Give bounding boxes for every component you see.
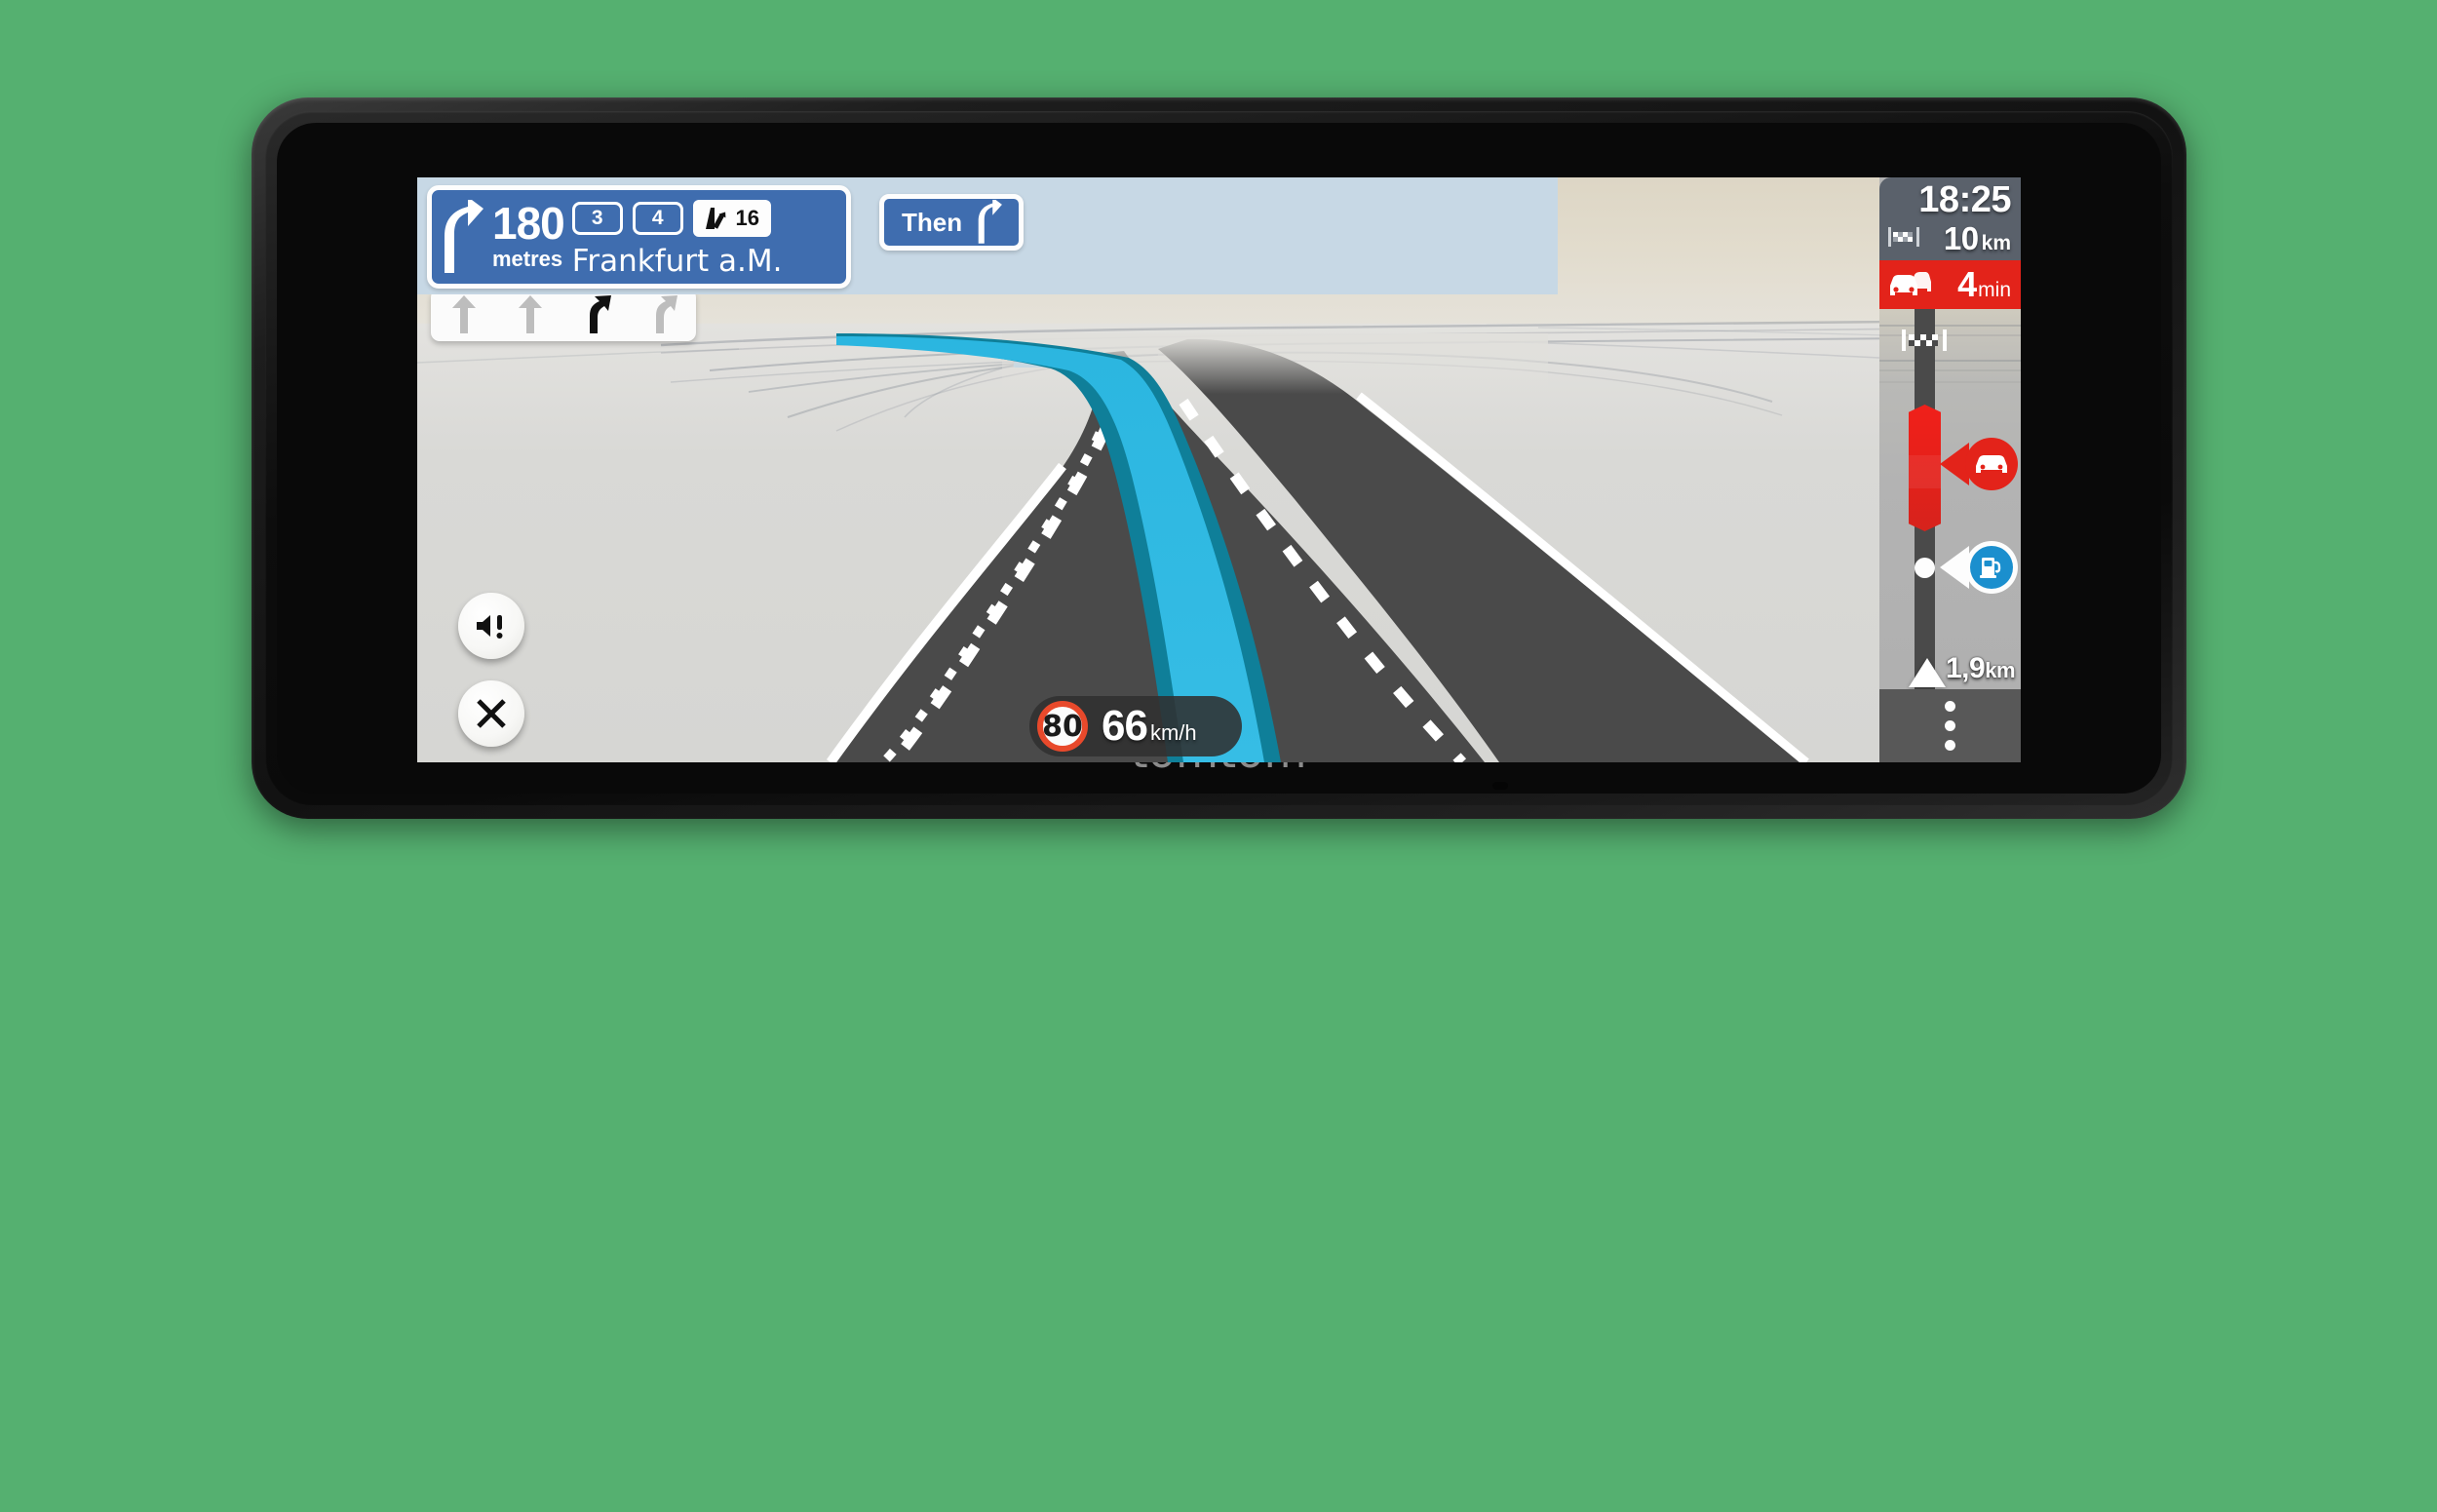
traffic-delay-unit: min xyxy=(1978,279,2011,301)
pin-bubble xyxy=(1965,438,2018,490)
traffic-jam-cars-icon xyxy=(1888,270,1931,299)
lane-arrow-straight-2 xyxy=(514,294,547,335)
more-options-dots-icon xyxy=(1945,701,1955,751)
then-instruction-card[interactable]: Then xyxy=(879,194,1025,251)
then-label: Then xyxy=(902,207,963,237)
close-x-icon xyxy=(475,697,508,730)
car-icon xyxy=(1976,455,2007,473)
route-bar-menu-button[interactable] xyxy=(1879,689,2021,762)
map-water-body xyxy=(1012,355,1127,368)
traffic-incident-pin[interactable] xyxy=(1940,438,2018,490)
distance-value: 180 xyxy=(492,197,565,249)
distance-unit: metres xyxy=(492,246,563,271)
lane-shield-row: 3 4 16 xyxy=(571,200,771,237)
lane-shield-1: 3 xyxy=(571,202,623,235)
fuel-station-pin[interactable] xyxy=(1940,541,2018,594)
lane-arrow-straight-1 xyxy=(447,294,481,335)
traffic-jam-segment[interactable] xyxy=(1909,405,1941,531)
checkered-flag-icon xyxy=(1887,225,1920,249)
next-event-distance-value: 1,9 xyxy=(1945,652,1986,684)
exit-number: 16 xyxy=(735,206,759,230)
traffic-delay-value: 4 xyxy=(1957,264,1978,304)
vehicle-position-marker xyxy=(1909,658,1946,687)
motorway-exit-icon xyxy=(705,207,730,230)
instruction-details: 3 4 16 Frankfurt a.M. xyxy=(564,190,846,284)
remaining-distance-unit: km xyxy=(1981,232,2011,254)
route-progress-track[interactable]: 1,9 km xyxy=(1879,309,2021,689)
fuel-pump-icon xyxy=(1970,546,2013,589)
speed-panel[interactable]: 80 66 km/h xyxy=(1029,696,1242,756)
pin-bubble xyxy=(1965,541,2018,594)
destination-name: Frankfurt a.M. xyxy=(571,244,783,279)
lane-arrow-slight-right-active xyxy=(580,294,613,335)
destination-flag-marker-icon xyxy=(1901,327,1948,354)
current-speed-value: 66 xyxy=(1102,702,1148,750)
sound-alert-button[interactable] xyxy=(458,593,524,659)
then-maneuver-arrow-icon xyxy=(972,200,1005,245)
motorway-exit-badge: 16 xyxy=(692,200,771,237)
lane-shield-2: 4 xyxy=(632,202,683,235)
route-bar[interactable]: 18:25 10 km 4 min 1,9 km xyxy=(1879,177,2021,762)
navigation-screen[interactable]: 80 66 km/h 180 metres 3 4 16 Frankfurt a… xyxy=(417,177,2021,762)
primary-instruction-card[interactable]: 180 metres 3 4 16 Frankfurt a.M. xyxy=(427,185,851,289)
lane-arrow-slight-right xyxy=(646,294,679,335)
eta-panel[interactable]: 18:25 10 km xyxy=(1879,177,2021,260)
speed-limit-sign: 80 xyxy=(1037,701,1088,752)
arrival-time: 18:25 xyxy=(1918,179,2011,220)
traffic-delay-panel[interactable]: 4 min xyxy=(1879,260,2021,309)
traffic-delay-readout: 4 min xyxy=(1957,264,2011,305)
fuel-poi-dot xyxy=(1915,558,1935,578)
distance-to-maneuver: 180 metres xyxy=(492,197,565,273)
next-event-distance: 1,9 km xyxy=(1945,652,2016,685)
close-button[interactable] xyxy=(458,680,524,747)
current-speed-readout: 66 km/h xyxy=(1102,702,1197,751)
speed-unit-label: km/h xyxy=(1149,720,1197,745)
speaker-alert-icon xyxy=(474,611,509,640)
maneuver-arrow-icon xyxy=(432,200,490,274)
remaining-distance-value: 10 xyxy=(1943,220,1979,256)
lane-guidance-card xyxy=(431,289,696,341)
next-event-distance-unit: km xyxy=(1985,658,2015,682)
remaining-distance-row: 10 km xyxy=(1944,220,2011,257)
route-track-horizon-lines xyxy=(1879,309,2021,689)
microphone-port xyxy=(1491,782,1508,790)
